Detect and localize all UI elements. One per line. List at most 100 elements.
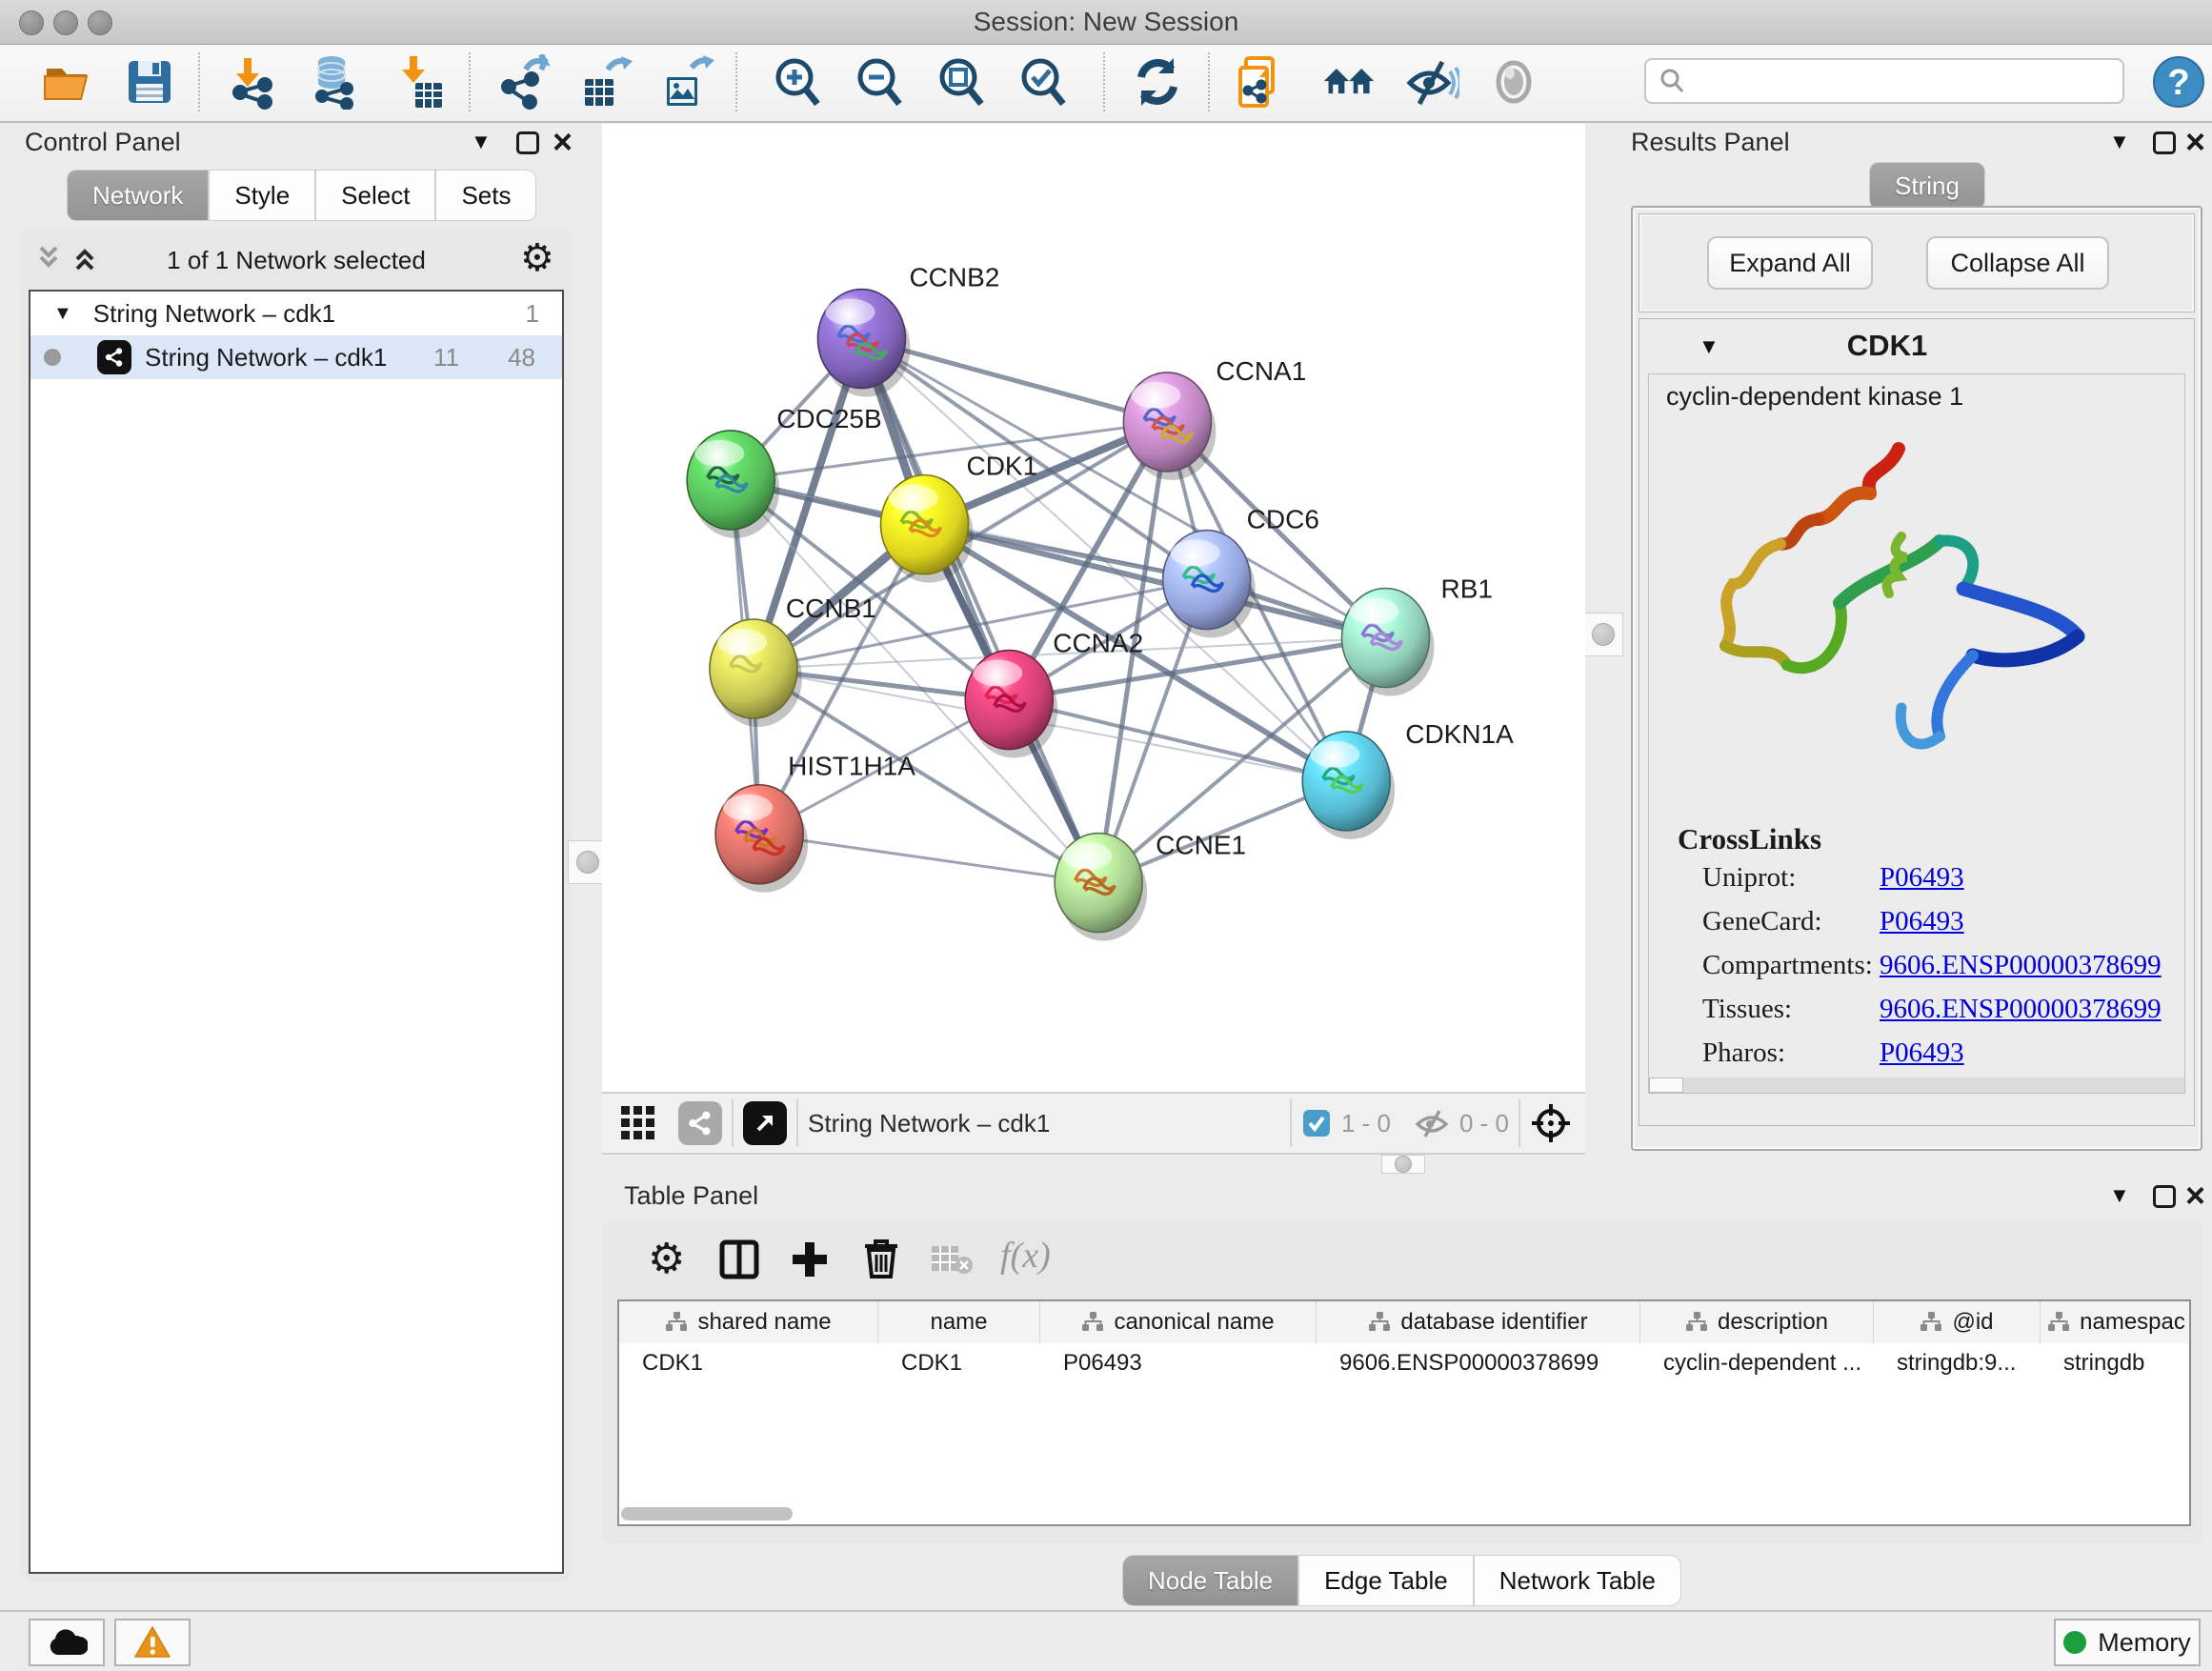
- tab-edge-table[interactable]: Edge Table: [1298, 1555, 1474, 1606]
- network-node-hist1h1a[interactable]: [715, 785, 808, 893]
- table-panel-close-icon[interactable]: ×: [2185, 1183, 2205, 1208]
- hide-selected-icon[interactable]: [1404, 54, 1459, 110]
- column-header-@id[interactable]: @id: [1874, 1301, 2041, 1343]
- delete-column-icon[interactable]: [861, 1237, 901, 1280]
- network-node-ccne1[interactable]: [1055, 834, 1147, 941]
- control-panel-menu-icon[interactable]: ▼: [471, 130, 492, 154]
- network-edge[interactable]: [1009, 700, 1346, 781]
- open-in-window-icon[interactable]: [743, 1101, 787, 1145]
- results-panel-close-icon[interactable]: ×: [2185, 130, 2205, 154]
- results-panel-float-icon[interactable]: [2153, 131, 2176, 154]
- control-panel-close-icon[interactable]: ×: [553, 130, 573, 154]
- network-edge[interactable]: [759, 835, 1098, 883]
- network-row[interactable]: String Network – cdk1 11 48: [30, 335, 562, 379]
- zoom-selected-icon[interactable]: [1016, 54, 1071, 110]
- control-panel-float-icon[interactable]: [516, 131, 539, 154]
- first-neighbors-icon[interactable]: [1322, 54, 1377, 110]
- results-panel-menu-icon[interactable]: ▼: [2109, 130, 2130, 154]
- column-header-description[interactable]: description: [1640, 1301, 1874, 1343]
- open-session-icon[interactable]: [40, 54, 95, 110]
- crosslink-url[interactable]: P06493: [1880, 1037, 1964, 1069]
- tab-select[interactable]: Select: [315, 170, 435, 221]
- refresh-icon[interactable]: [1130, 54, 1185, 110]
- show-all-icon[interactable]: [1486, 54, 1541, 110]
- table-cell[interactable]: CDK1: [878, 1343, 1040, 1383]
- collapse-all-button[interactable]: Collapse All: [1926, 236, 2109, 290]
- column-header-name[interactable]: name: [878, 1301, 1040, 1343]
- bottom-splitter-handle[interactable]: [1381, 1155, 1425, 1174]
- search-input[interactable]: [1686, 67, 2100, 95]
- import-table-file-icon[interactable]: [392, 54, 448, 110]
- warnings-button[interactable]: [114, 1619, 191, 1666]
- tab-network[interactable]: Network: [67, 170, 209, 221]
- table-cell[interactable]: stringdb: [2041, 1343, 2191, 1383]
- crosshair-icon[interactable]: [1530, 1102, 1572, 1144]
- column-header-namespac[interactable]: namespac: [2041, 1301, 2191, 1343]
- network-node-rb1[interactable]: [1342, 588, 1435, 695]
- network-share-icon[interactable]: [678, 1101, 722, 1145]
- tab-style[interactable]: Style: [209, 170, 315, 221]
- memory-button[interactable]: Memory: [2054, 1619, 2201, 1666]
- selected-checkbox-icon[interactable]: [1301, 1108, 1332, 1138]
- zoom-out-icon[interactable]: [852, 54, 907, 110]
- automation-cloud-button[interactable]: [29, 1619, 105, 1666]
- zoom-in-icon[interactable]: [770, 54, 825, 110]
- table-panel-menu-icon[interactable]: ▼: [2109, 1183, 2130, 1208]
- crosslink-url[interactable]: 9606.ENSP00000378699: [1880, 950, 2162, 981]
- expand-all-button[interactable]: Expand All: [1707, 236, 1873, 290]
- column-network-icon: [1685, 1311, 1708, 1334]
- column-header-shared-name[interactable]: shared name: [619, 1301, 878, 1343]
- add-column-icon[interactable]: [789, 1238, 831, 1280]
- export-network-icon[interactable]: [497, 54, 553, 110]
- node-label: CDKN1A: [1405, 719, 1514, 749]
- tab-string[interactable]: String: [1869, 162, 1985, 210]
- table-hscrollbar[interactable]: [621, 1507, 793, 1520]
- table-cell[interactable]: stringdb:9...: [1874, 1343, 2041, 1383]
- tab-node-table[interactable]: Node Table: [1122, 1555, 1298, 1606]
- crosslink-url[interactable]: P06493: [1880, 906, 1964, 937]
- search-box[interactable]: [1644, 58, 2124, 104]
- results-hscrollbar[interactable]: [1649, 1077, 2184, 1093]
- table-cell[interactable]: P06493: [1040, 1343, 1317, 1383]
- tab-sets[interactable]: Sets: [435, 170, 536, 221]
- table-cell[interactable]: 9606.ENSP00000378699: [1317, 1343, 1640, 1383]
- network-view-footer: String Network – cdk1 1 - 0 0 - 0: [602, 1092, 1585, 1155]
- zoom-fit-icon[interactable]: [934, 54, 989, 110]
- save-session-icon[interactable]: [122, 54, 177, 110]
- svg-text:?: ?: [2167, 63, 2189, 103]
- tab-network-table[interactable]: Network Table: [1474, 1555, 1681, 1606]
- network-node-cdkn1a[interactable]: [1302, 732, 1395, 839]
- table-cell[interactable]: cyclin-dependent ...: [1640, 1343, 1874, 1383]
- node-table[interactable]: shared namenamecanonical namedatabase id…: [617, 1299, 2191, 1526]
- network-canvas[interactable]: CCNB2CCNA1CDC25BCDK1CDC6RB1CCNB1CCNA2CDK…: [602, 124, 1585, 1092]
- network-node-cdk1[interactable]: [880, 475, 973, 583]
- export-image-icon[interactable]: [661, 54, 716, 110]
- protein-collapse-icon[interactable]: ▼: [1699, 334, 1719, 359]
- help-icon[interactable]: ?: [2151, 54, 2206, 110]
- right-splitter-handle[interactable]: [1583, 613, 1623, 656]
- column-header-database-identifier[interactable]: database identifier: [1317, 1301, 1640, 1343]
- crosslink-url[interactable]: 9606.ENSP00000378699: [1880, 994, 2162, 1025]
- network-options-gear-icon[interactable]: ⚙: [520, 236, 554, 280]
- table-cell[interactable]: CDK1: [619, 1343, 878, 1383]
- tree-caret-icon[interactable]: ▼: [53, 303, 72, 325]
- table-panel-float-icon[interactable]: [2153, 1185, 2176, 1208]
- clone-network-icon[interactable]: [1233, 54, 1288, 110]
- column-network-icon: [665, 1311, 688, 1334]
- show-columns-icon[interactable]: [718, 1238, 760, 1280]
- birdseye-grid-icon[interactable]: [619, 1104, 657, 1142]
- network-node-cdc6[interactable]: [1163, 531, 1256, 638]
- table-gear-icon[interactable]: ⚙: [648, 1235, 685, 1283]
- export-table-icon[interactable]: [579, 54, 634, 110]
- network-view-title: String Network – cdk1: [808, 1109, 1050, 1138]
- network-node-ccna1[interactable]: [1123, 372, 1216, 480]
- warning-icon: [133, 1625, 171, 1660]
- network-node-cdc25b[interactable]: [687, 431, 779, 538]
- network-collection-row[interactable]: ▼ String Network – cdk1 1: [30, 292, 562, 335]
- import-network-file-icon[interactable]: [227, 54, 282, 110]
- network-node-ccnb2[interactable]: [817, 290, 910, 397]
- import-network-database-icon[interactable]: [307, 54, 362, 110]
- crosslink-url[interactable]: P06493: [1880, 862, 1964, 894]
- column-header-canonical-name[interactable]: canonical name: [1040, 1301, 1317, 1343]
- network-node-ccna2[interactable]: [965, 651, 1057, 758]
